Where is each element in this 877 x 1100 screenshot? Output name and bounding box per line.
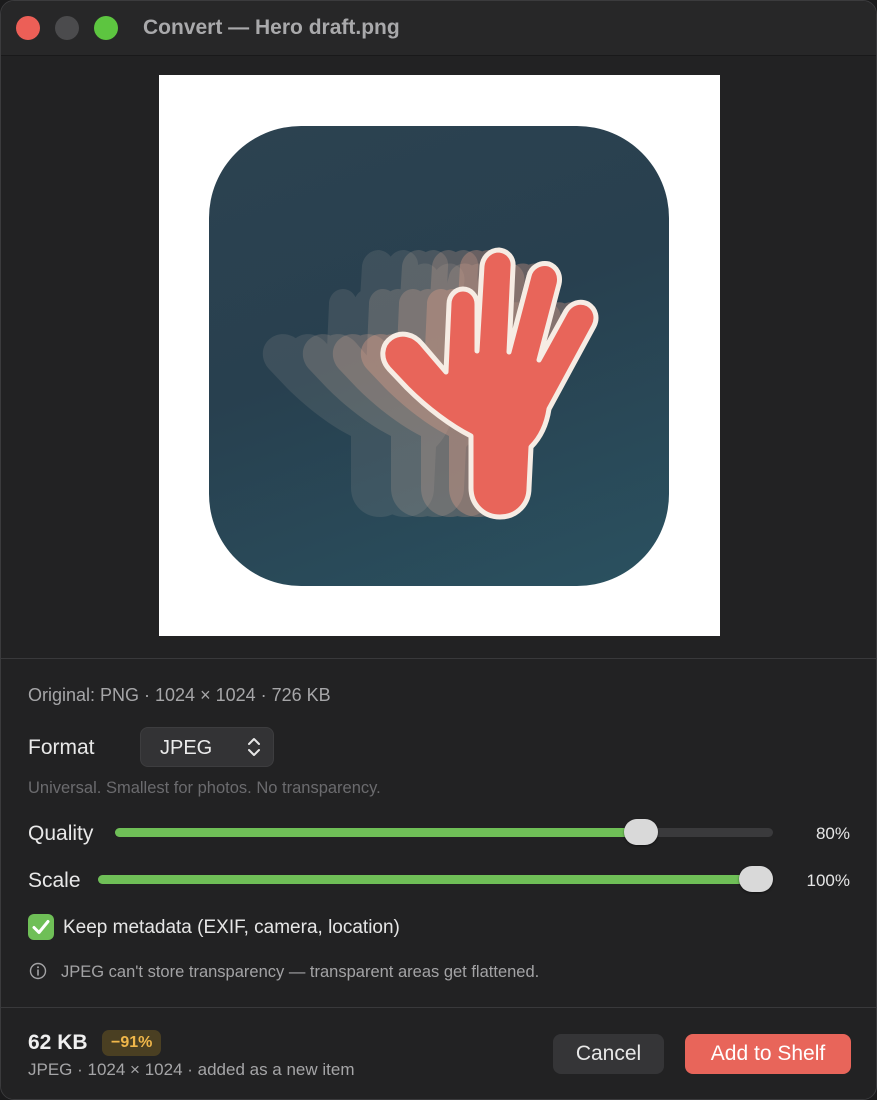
minimize-window-button[interactable] xyxy=(55,16,79,40)
cancel-button[interactable]: Cancel xyxy=(553,1034,664,1074)
waving-hand-icon xyxy=(262,126,669,586)
up-down-chevron-icon xyxy=(248,738,260,756)
scale-label: Scale xyxy=(28,869,81,892)
format-selected-value: JPEG xyxy=(160,737,213,759)
scale-slider-fill xyxy=(98,875,756,884)
info-icon xyxy=(29,962,47,980)
scale-value: 100% xyxy=(806,871,850,890)
format-description: Universal. Smallest for photos. No trans… xyxy=(28,779,381,797)
close-window-button[interactable] xyxy=(16,16,40,40)
output-size: 62 KB xyxy=(28,1031,88,1054)
app-icon-artwork xyxy=(209,126,669,586)
window-title: Convert — Hero draft.png xyxy=(143,16,400,39)
quality-slider-thumb[interactable] xyxy=(624,819,659,845)
scale-slider[interactable] xyxy=(98,866,773,892)
title-bar: Convert — Hero draft.png xyxy=(1,1,876,56)
quality-slider[interactable] xyxy=(115,819,773,845)
checkmark-icon xyxy=(32,920,50,934)
image-preview-area xyxy=(1,56,876,659)
format-popup-button[interactable]: JPEG xyxy=(140,727,274,767)
zoom-window-button[interactable] xyxy=(94,16,118,40)
quality-value: 80% xyxy=(815,824,850,843)
quality-slider-fill xyxy=(115,828,642,837)
size-change-badge: −91% xyxy=(102,1030,162,1056)
image-preview xyxy=(159,75,720,636)
quality-label: Quality xyxy=(28,822,94,845)
scale-slider-thumb[interactable] xyxy=(739,866,773,892)
format-label: Format xyxy=(28,736,95,759)
keep-metadata-label[interactable]: Keep metadata (EXIF, camera, location) xyxy=(63,917,400,939)
convert-window: Convert — Hero draft.png Original: PNG ·… xyxy=(0,0,877,1100)
add-to-shelf-button[interactable]: Add to Shelf xyxy=(685,1034,851,1074)
original-file-info: Original: PNG · 1024 × 1024 · 726 KB xyxy=(28,685,331,705)
output-details: JPEG · 1024 × 1024 · added as a new item xyxy=(28,1060,355,1079)
transparency-notice: JPEG can't store transparency — transpar… xyxy=(61,963,540,981)
keep-metadata-checkbox[interactable] xyxy=(28,914,54,940)
